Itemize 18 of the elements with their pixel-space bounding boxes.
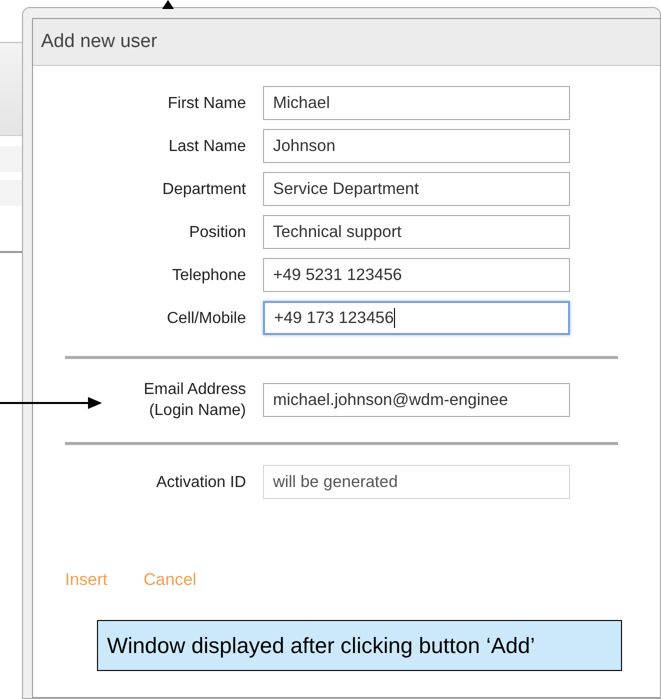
input-field[interactable]: Service Department — [263, 172, 570, 206]
input-field[interactable]: michael.johnson@wdm-enginee — [263, 383, 570, 417]
input-field[interactable]: +49 5231 123456 — [263, 258, 570, 292]
annotation-arrow-head — [162, 0, 174, 9]
field-label: Department — [162, 180, 246, 200]
input-field[interactable]: Michael — [263, 86, 570, 120]
field-label: Cell/Mobile — [166, 308, 246, 328]
input-field[interactable]: +49 173 123456 — [263, 301, 570, 335]
field-label: Email Address (Login Name) — [144, 380, 246, 421]
field-label: Last Name — [168, 136, 246, 156]
field-label: Activation ID — [156, 472, 246, 492]
field-label: First Name — [168, 94, 246, 114]
field-label: Telephone — [172, 266, 246, 286]
dialog-title: Add new user — [33, 19, 660, 66]
input-field[interactable]: Technical support — [263, 215, 570, 249]
annotation-callout: Window displayed after clicking button ‘Add’ — [97, 620, 622, 671]
field-label: Position — [189, 222, 246, 242]
input-field[interactable]: Johnson — [263, 129, 570, 163]
